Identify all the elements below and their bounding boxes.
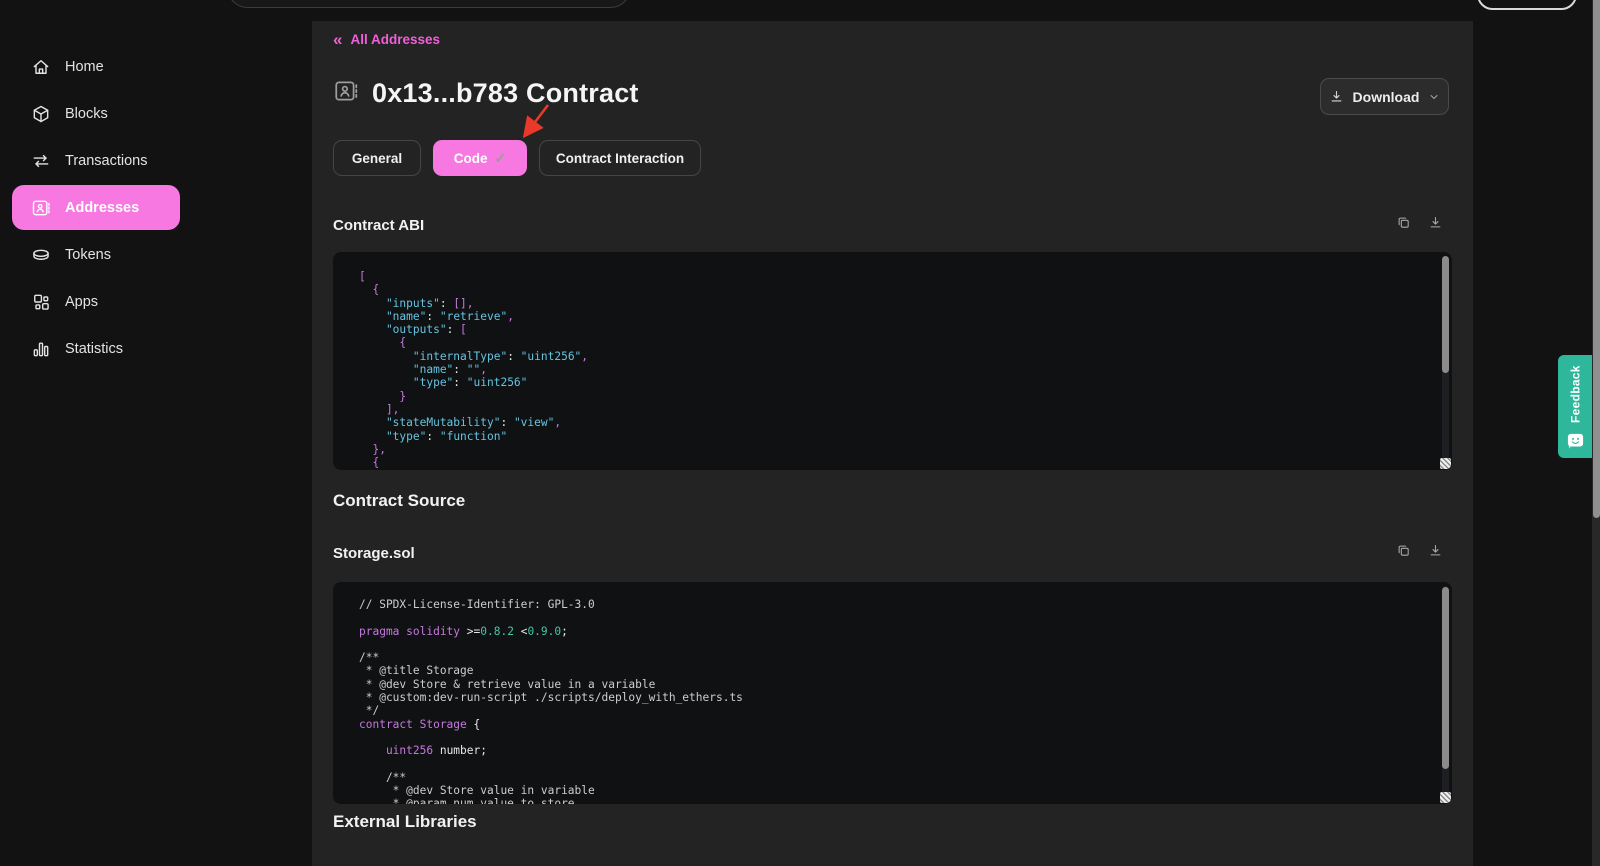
sidebar-item-tokens[interactable]: Tokens — [12, 232, 180, 277]
sidebar-item-statistics[interactable]: Statistics — [12, 326, 180, 371]
sidebar-item-transactions[interactable]: Transactions — [12, 138, 180, 183]
main-panel: « All Addresses 0x13...b783 Contract Dow… — [312, 21, 1473, 866]
contract-abi-heading: Contract ABI — [333, 217, 424, 234]
contract-abi-code-block[interactable]: [ { "inputs": [], "name": "retrieve", "o… — [333, 252, 1452, 470]
blocks-icon — [31, 104, 51, 124]
contract-source-code-block[interactable]: // SPDX-License-Identifier: GPL-3.0 prag… — [333, 582, 1452, 804]
home-icon — [31, 57, 51, 77]
sidebar-item-label: Tokens — [65, 247, 111, 263]
page-title: 0x13...b783 Contract — [372, 78, 639, 109]
source-code: // SPDX-License-Identifier: GPL-3.0 prag… — [333, 582, 1452, 804]
source-file-name: Storage.sol — [333, 545, 415, 562]
sidebar-item-label: Statistics — [65, 341, 123, 357]
tab-contract-interaction[interactable]: Contract Interaction — [539, 140, 701, 176]
app-root: Home Blocks Transactions Addresses Token… — [0, 0, 1600, 866]
sidebar-item-label: Blocks — [65, 106, 108, 122]
chevron-down-icon — [1428, 91, 1440, 103]
download-icon — [1329, 89, 1344, 104]
statistics-icon — [31, 339, 51, 359]
feedback-label: Feedback — [1558, 361, 1593, 427]
page-scrollbar[interactable] — [1592, 0, 1600, 866]
transactions-icon — [31, 151, 51, 171]
download-button-label: Download — [1353, 89, 1420, 105]
download-icon[interactable] — [1428, 215, 1443, 230]
tab-label: Code — [454, 151, 488, 166]
contract-source-heading: Contract Source — [333, 491, 465, 511]
sidebar: Home Blocks Transactions Addresses Token… — [0, 0, 312, 866]
apps-icon — [31, 292, 51, 312]
double-chevron-left-icon: « — [333, 33, 342, 46]
sidebar-item-blocks[interactable]: Blocks — [12, 91, 180, 136]
sidebar-item-label: Addresses — [65, 200, 139, 216]
external-libraries-heading: External Libraries — [333, 812, 477, 832]
addresses-icon — [31, 198, 51, 218]
resize-grip[interactable] — [1440, 458, 1451, 469]
tokens-icon — [31, 245, 51, 265]
sidebar-item-label: Apps — [65, 294, 98, 310]
tab-label: Contract Interaction — [556, 151, 684, 166]
sidebar-item-label: Transactions — [65, 153, 147, 169]
back-link-label: All Addresses — [350, 32, 440, 47]
page-scrollbar-thumb[interactable] — [1593, 0, 1600, 518]
source-actions — [1396, 543, 1443, 558]
scrollbar-thumb[interactable] — [1442, 587, 1449, 769]
feedback-smiley-icon — [1567, 433, 1584, 449]
resize-grip[interactable] — [1440, 792, 1451, 803]
download-button[interactable]: Download — [1320, 78, 1449, 115]
sidebar-item-apps[interactable]: Apps — [12, 279, 180, 324]
abi-code: [ { "inputs": [], "name": "retrieve", "o… — [333, 252, 1452, 470]
check-icon: ✓ — [495, 150, 507, 167]
back-to-all-addresses-link[interactable]: « All Addresses — [333, 32, 440, 47]
tab-code[interactable]: Code ✓ — [433, 140, 527, 176]
copy-icon[interactable] — [1396, 215, 1411, 230]
sidebar-item-home[interactable]: Home — [12, 44, 180, 89]
sidebar-item-addresses[interactable]: Addresses — [12, 185, 180, 230]
download-icon[interactable] — [1428, 543, 1443, 558]
sidebar-item-label: Home — [65, 59, 104, 75]
scrollbar-thumb[interactable] — [1442, 256, 1449, 373]
copy-icon[interactable] — [1396, 543, 1411, 558]
top-right-button-fragment[interactable] — [1477, 0, 1577, 10]
abi-actions — [1396, 215, 1443, 230]
contract-address-icon — [333, 78, 359, 109]
feedback-button[interactable]: Feedback — [1558, 355, 1593, 458]
title-row: 0x13...b783 Contract — [333, 78, 639, 109]
tab-label: General — [352, 151, 402, 166]
tab-general[interactable]: General — [333, 140, 421, 176]
